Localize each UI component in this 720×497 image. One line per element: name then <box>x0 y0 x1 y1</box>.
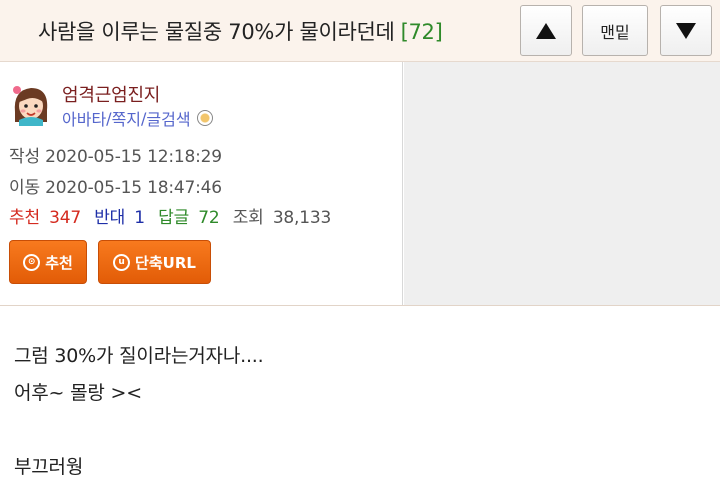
oppose-count: 1 <box>134 208 145 228</box>
created-value: 2020-05-15 12:18:29 <box>45 147 222 167</box>
reply-label: 답글 <box>158 208 190 228</box>
scroll-down-button[interactable] <box>660 5 712 56</box>
reply-stat: 답글 72 <box>158 208 223 228</box>
avatar-link[interactable]: 아바타 <box>62 106 106 130</box>
post-stats: 추천 347 반대 1 답글 72 조회 38,133 <box>9 203 339 228</box>
ad-area <box>404 62 720 305</box>
post-title: 사람을 이루는 물질중 70%가 물이라던데 [72] <box>38 16 443 46</box>
views-count: 38,133 <box>272 208 332 228</box>
views-label: 조회 <box>232 208 264 228</box>
level-badge-icon <box>196 110 213 126</box>
recommend-count: 347 <box>49 208 81 228</box>
short-url-button-label: 단축URL <box>135 253 196 272</box>
created-time: 작성 2020-05-15 12:18:29 <box>9 142 222 167</box>
scroll-up-button[interactable] <box>520 5 572 56</box>
recommend-button-label: 추천 <box>45 253 73 272</box>
reply-count: 72 <box>198 208 220 228</box>
recommend-icon: ⊙ <box>23 253 41 271</box>
views-stat: 조회 38,133 <box>233 208 335 228</box>
link-icon: u <box>113 253 131 271</box>
message-link[interactable]: 쪽지 <box>112 106 141 130</box>
moved-value: 2020-05-15 18:47:46 <box>45 178 222 198</box>
body-line <box>14 415 263 452</box>
recommend-label: 추천 <box>9 208 40 228</box>
comment-count[interactable]: [72] <box>401 20 443 44</box>
moved-label: 이동 <box>9 178 40 198</box>
search-posts-link[interactable]: 글검색 <box>146 106 190 130</box>
triangle-down-icon <box>676 22 696 39</box>
recommend-stat: 추천 347 <box>9 208 85 228</box>
oppose-label: 반대 <box>94 208 126 228</box>
author-links: 아바타 / 쪽지 / 글검색 <box>62 106 213 130</box>
oppose-stat: 반대 1 <box>94 208 149 228</box>
author-panel: 엄격근엄진지 아바타 / 쪽지 / 글검색 작성 2020-05-15 12:1… <box>0 62 403 305</box>
triangle-up-icon <box>536 22 556 39</box>
moved-time: 이동 2020-05-15 18:47:46 <box>9 173 222 198</box>
body-line: 부끄러웡 <box>14 456 84 478</box>
author-name[interactable]: 엄격근엄진지 <box>62 81 160 107</box>
recommend-button[interactable]: ⊙ 추천 <box>9 240 87 284</box>
go-bottom-button[interactable]: 맨밑 <box>582 5 648 56</box>
post-info: 엄격근엄진지 아바타 / 쪽지 / 글검색 작성 2020-05-15 12:1… <box>0 62 720 306</box>
post-body: 그럼 30%가 질이라는거자나.... 어후~ 몰랑 >< 부끄러웡 <box>14 341 264 489</box>
body-line: 어후~ 몰랑 >< <box>14 382 142 404</box>
avatar[interactable] <box>9 82 53 126</box>
short-url-button[interactable]: u 단축URL <box>98 240 211 284</box>
body-line: 그럼 30%가 질이라는거자나.... <box>14 345 264 367</box>
post-header: 사람을 이루는 물질중 70%가 물이라던데 [72] 맨밑 <box>0 0 720 62</box>
post-title-text: 사람을 이루는 물질중 70%가 물이라던데 <box>38 20 395 44</box>
created-label: 작성 <box>9 147 40 167</box>
